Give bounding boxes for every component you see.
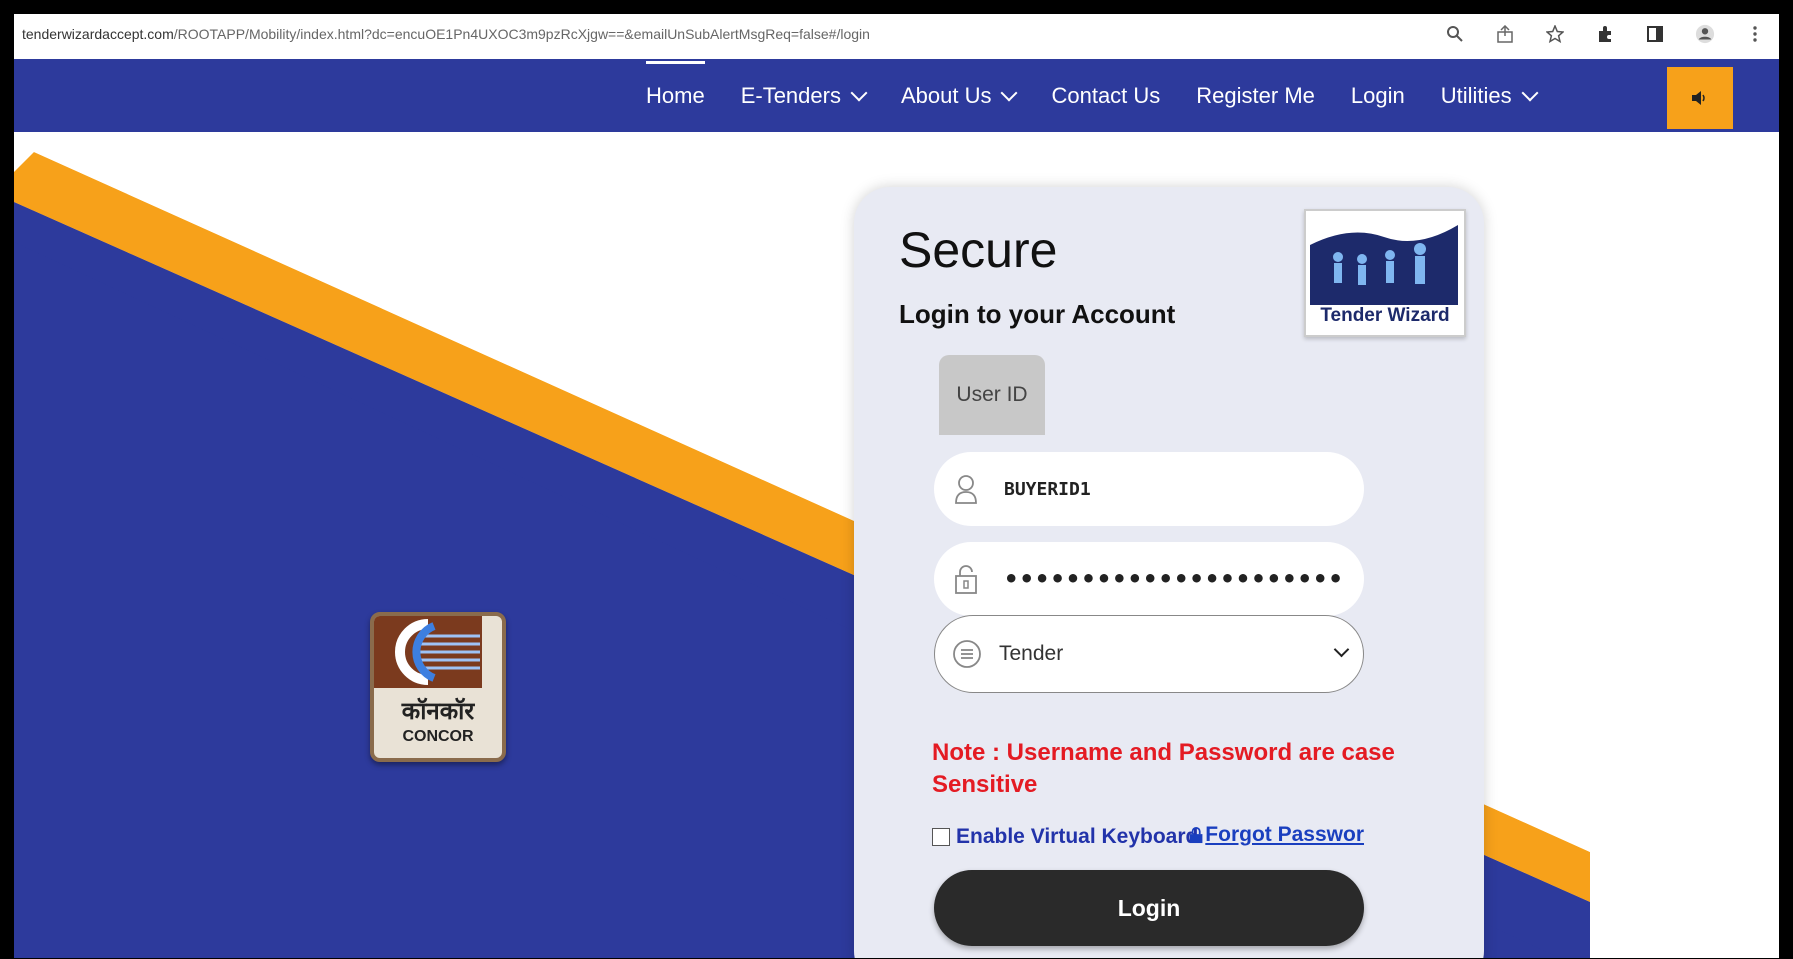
chevron-down-icon <box>1000 84 1018 101</box>
speaker-icon <box>1692 91 1705 105</box>
speaker-button[interactable] <box>1667 67 1733 129</box>
concor-logo-english: CONCOR <box>402 728 474 745</box>
nav-e-tenders[interactable]: E-Tenders <box>740 82 868 109</box>
star-icon[interactable] <box>1545 24 1565 44</box>
chevron-down-icon <box>1333 641 1350 658</box>
login-card: Secure Login to your Account Tender Wiza… <box>854 187 1484 958</box>
tender-wizard-logo-text: Tender Wizard <box>1320 305 1450 326</box>
lock-icon <box>950 563 982 595</box>
forgot-password-label: Forgot Passwor <box>1205 823 1364 846</box>
nav-contact-us[interactable]: Contact Us <box>1051 83 1160 109</box>
nav-utilities[interactable]: Utilities <box>1440 82 1539 109</box>
browser-toolbar <box>1445 24 1765 44</box>
zoom-icon[interactable] <box>1445 24 1465 44</box>
password-field[interactable] <box>934 542 1364 616</box>
nav-utilities-label: Utilities <box>1440 82 1512 108</box>
hero-section: कॉनकॉर CONCOR Secure Login to your Accou… <box>14 132 1779 958</box>
virtual-keyboard-option[interactable]: Enable Virtual Keyboard <box>932 825 1198 849</box>
extensions-icon[interactable] <box>1595 24 1615 44</box>
menu-icon[interactable] <box>1745 24 1765 44</box>
profile-icon[interactable] <box>1695 24 1715 44</box>
nav-register-me[interactable]: Register Me <box>1196 83 1315 109</box>
nav-menu: Home E-Tenders About Us Contact Us Regis… <box>646 59 1572 132</box>
nav-home-label: Home <box>646 82 705 108</box>
nav-about-us[interactable]: About Us <box>900 82 1018 109</box>
forgot-password-link[interactable]: Forgot Passwor <box>1189 823 1364 847</box>
password-input[interactable] <box>1004 565 1344 593</box>
nav-home[interactable]: Home <box>646 60 705 109</box>
login-title: Secure <box>899 222 1058 278</box>
case-sensitive-note: Note : Username and Password are case Se… <box>932 739 1395 798</box>
nav-login[interactable]: Login <box>1351 83 1405 109</box>
tender-wizard-emblem <box>1310 215 1458 305</box>
tender-wizard-logo: Tender Wizard <box>1304 209 1466 337</box>
sidepanel-icon[interactable] <box>1645 24 1665 44</box>
chevron-down-icon <box>1521 84 1539 101</box>
lock-icon <box>1189 826 1203 844</box>
virtual-keyboard-checkbox[interactable] <box>932 828 950 846</box>
concor-logo: कॉनकॉर CONCOR <box>370 612 506 762</box>
address-bar[interactable]: tenderwizardaccept.com/ROOTAPP/Mobility/… <box>14 14 1779 60</box>
concor-logo-hindi: कॉनकॉर <box>401 697 475 725</box>
nav-contact-us-label: Contact Us <box>1051 82 1161 108</box>
login-subtitle: Login to your Account <box>899 299 1176 329</box>
concor-emblem <box>374 616 482 688</box>
url-text[interactable]: tenderwizardaccept.com/ROOTAPP/Mobility/… <box>22 26 870 42</box>
top-nav: Home E-Tenders About Us Contact Us Regis… <box>14 59 1779 132</box>
login-type-value: Tender <box>999 642 1064 665</box>
browser-frame: tenderwizardaccept.com/ROOTAPP/Mobility/… <box>14 14 1779 958</box>
virtual-keyboard-label[interactable]: Enable Virtual Keyboard <box>956 825 1198 849</box>
url-host: tenderwizardaccept.com <box>22 26 174 42</box>
nav-login-label: Login <box>1350 82 1405 108</box>
username-input[interactable] <box>1004 478 1344 500</box>
login-type-select[interactable]: Tender <box>934 615 1364 693</box>
share-icon[interactable] <box>1495 24 1515 44</box>
user-icon <box>950 473 982 505</box>
chevron-down-icon <box>850 84 868 101</box>
url-path: /ROOTAPP/Mobility/index.html?dc=encuOE1P… <box>173 26 870 42</box>
login-button[interactable]: Login <box>934 870 1364 946</box>
nav-e-tenders-label: E-Tenders <box>740 82 841 108</box>
nav-register-me-label: Register Me <box>1196 82 1315 108</box>
user-id-tab[interactable]: User ID <box>939 355 1045 435</box>
list-icon <box>951 638 983 670</box>
username-field[interactable] <box>934 452 1364 526</box>
nav-about-us-label: About Us <box>900 82 992 108</box>
